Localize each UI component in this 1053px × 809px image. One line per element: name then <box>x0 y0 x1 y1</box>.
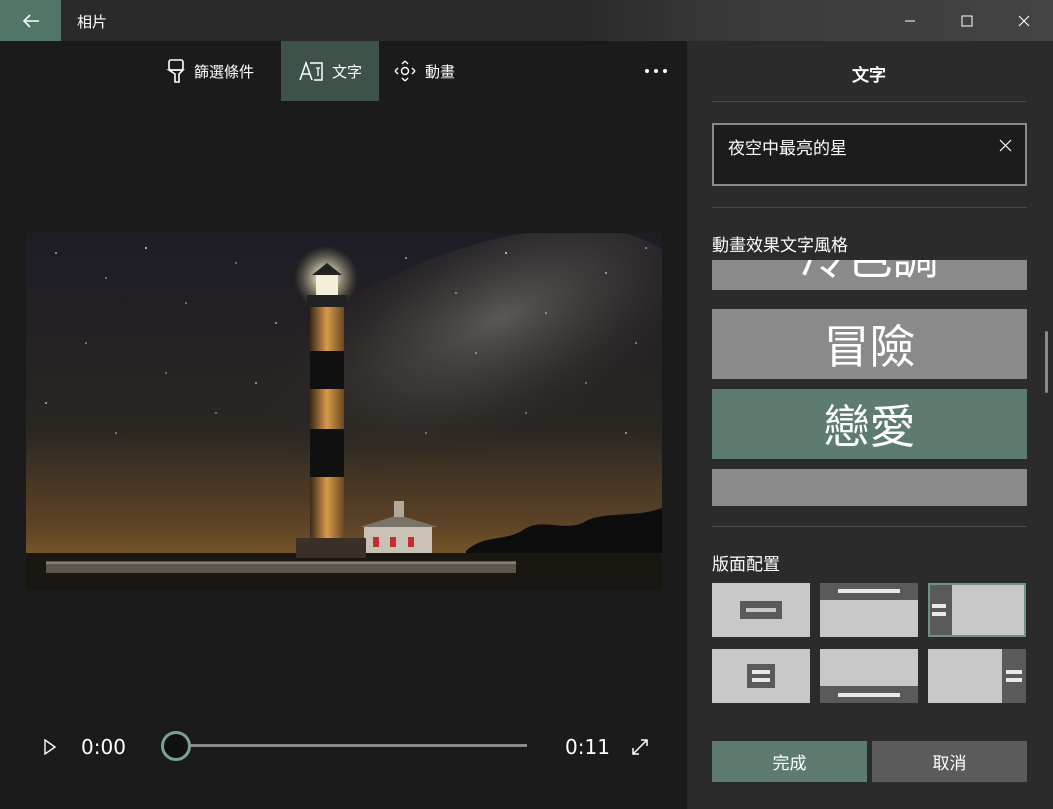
close-button[interactable] <box>995 0 1052 41</box>
caption-text-input[interactable]: 夜空中最亮的星 <box>712 123 1027 186</box>
filter-tool-label: 篩選條件 <box>194 62 255 81</box>
text-tool-label: 文字 <box>331 62 362 81</box>
minimize-icon <box>904 20 915 21</box>
total-duration: 0:11 <box>565 735 610 759</box>
text-style-list: 冷色調 冒險 戀愛 歡樂 <box>712 260 1027 506</box>
done-button[interactable]: 完成 <box>712 741 867 782</box>
text-tool-icon <box>299 60 323 81</box>
more-dot-icon <box>663 69 667 73</box>
layout-center-box[interactable] <box>712 649 810 703</box>
layout-preview-icon <box>820 686 918 703</box>
style-option-label: 冷色調 <box>801 260 939 288</box>
text-tool-button[interactable]: 文字 <box>281 41 379 101</box>
more-dot-icon <box>654 69 658 73</box>
more-options-button[interactable] <box>636 56 676 86</box>
panel-scrollbar[interactable] <box>1045 331 1048 393</box>
style-option-cool[interactable]: 冷色調 <box>712 260 1027 290</box>
minimize-button[interactable] <box>881 0 938 41</box>
layout-right-strip[interactable] <box>928 649 1026 703</box>
style-option-label: 歡樂 <box>824 501 916 506</box>
clear-text-button[interactable] <box>995 135 1015 155</box>
layout-bottom-band[interactable] <box>820 649 918 703</box>
style-option-label: 冒險 <box>823 320 916 374</box>
layout-center-bar[interactable] <box>712 583 810 637</box>
video-preview-image <box>26 233 662 590</box>
close-icon <box>999 139 1011 151</box>
caption-text-value: 夜空中最亮的星 <box>728 139 847 159</box>
layout-preview-icon <box>928 583 952 637</box>
more-dot-icon <box>645 69 649 73</box>
title-bar: 相片 <box>0 0 1053 41</box>
panel-title: 文字 <box>852 66 886 86</box>
seek-track[interactable] <box>176 744 527 747</box>
style-option-romance[interactable]: 戀愛 <box>712 389 1027 459</box>
back-arrow-icon <box>22 13 39 28</box>
close-icon <box>1018 15 1029 26</box>
layout-preview-icon <box>747 664 775 688</box>
brush-icon <box>166 59 185 83</box>
play-button[interactable] <box>36 733 64 761</box>
divider <box>712 101 1027 102</box>
divider <box>712 526 1027 527</box>
layout-preview-icon <box>820 583 918 600</box>
style-option-joy[interactable]: 歡樂 <box>712 469 1027 506</box>
styles-heading: 動畫效果文字風格 <box>712 236 848 256</box>
layout-left-strip[interactable] <box>928 583 1026 637</box>
motion-tool-button[interactable]: 動畫 <box>385 41 475 101</box>
seek-thumb[interactable] <box>161 731 191 761</box>
motion-icon <box>394 60 416 82</box>
play-icon <box>44 739 57 755</box>
maximize-button[interactable] <box>938 0 995 41</box>
style-option-label: 戀愛 <box>823 400 916 454</box>
divider <box>712 207 1027 208</box>
maximize-icon <box>961 15 972 26</box>
text-settings-panel: 文字 夜空中最亮的星 動畫效果文字風格 冷色調 冒險 戀愛 歡樂 版面配置 <box>687 41 1053 809</box>
current-time: 0:00 <box>81 735 126 759</box>
layout-heading: 版面配置 <box>712 555 780 575</box>
cancel-button[interactable]: 取消 <box>872 741 1027 782</box>
style-option-adventure[interactable]: 冒險 <box>712 309 1027 379</box>
back-button[interactable] <box>0 0 61 41</box>
app-title: 相片 <box>77 13 108 31</box>
editor-pane: 篩選條件 文字 動畫 0:00 0:11 <box>0 41 687 809</box>
filter-tool-button[interactable]: 篩選條件 <box>158 41 278 101</box>
layout-preview-icon <box>740 601 782 619</box>
layout-preview-icon <box>1002 649 1026 703</box>
fullscreen-button[interactable] <box>626 733 654 761</box>
expand-icon <box>632 739 648 755</box>
layout-top-band[interactable] <box>820 583 918 637</box>
motion-tool-label: 動畫 <box>425 62 456 81</box>
